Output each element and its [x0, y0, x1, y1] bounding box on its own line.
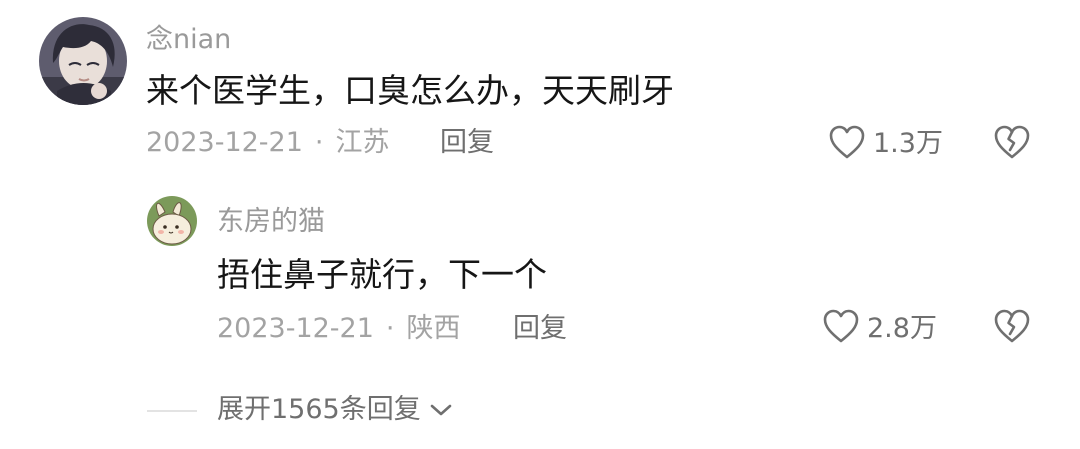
meta-separator: · [314, 127, 324, 158]
commenter-username[interactable]: 念nian [146, 26, 231, 53]
cartoon-rabbit-avatar-icon [147, 196, 197, 246]
expand-replies-button[interactable]: 展开1565条回复 [217, 396, 453, 423]
like-button[interactable] [828, 124, 866, 160]
reply-date: 2023-12-21 [217, 313, 374, 344]
reply-location: 陕西 [406, 313, 461, 344]
heart-outline-icon [823, 309, 859, 343]
reply-to-reply-button[interactable]: 回复 [513, 315, 567, 342]
reply-like-button[interactable] [822, 308, 860, 344]
reply-button[interactable]: 回复 [440, 129, 494, 156]
reply-like-count: 2.8万 [867, 313, 937, 344]
replier-avatar[interactable] [147, 196, 197, 246]
comment-date: 2023-12-21 [146, 127, 303, 158]
commenter-avatar[interactable] [39, 17, 127, 105]
comment-location: 江苏 [335, 127, 390, 158]
heart-outline-icon [829, 125, 865, 159]
reply-meta: 2023-12-21 · 陕西 [217, 315, 461, 342]
reply-dislike-button[interactable] [993, 308, 1031, 344]
broken-heart-icon [994, 125, 1030, 159]
chevron-down-icon [429, 402, 453, 418]
reply-text: 捂住鼻子就行，下一个 [217, 255, 547, 294]
meta-separator: · [385, 313, 395, 344]
comment-text: 来个医学生，口臭怎么办，天天刷牙 [146, 71, 674, 110]
comment-meta: 2023-12-21 · 江苏 [146, 129, 390, 156]
broken-heart-icon [994, 309, 1030, 343]
replier-username[interactable]: 东房的猫 [217, 208, 325, 235]
dislike-button[interactable] [993, 124, 1031, 160]
expand-replies-label: 展开1565条回复 [217, 394, 421, 425]
like-count: 1.3万 [873, 128, 943, 159]
anime-boy-avatar-icon [39, 17, 127, 105]
expand-divider [147, 410, 197, 412]
comment-thread: 念nian 来个医学生，口臭怎么办，天天刷牙 2023-12-21 · 江苏 回复 … [0, 0, 1080, 449]
